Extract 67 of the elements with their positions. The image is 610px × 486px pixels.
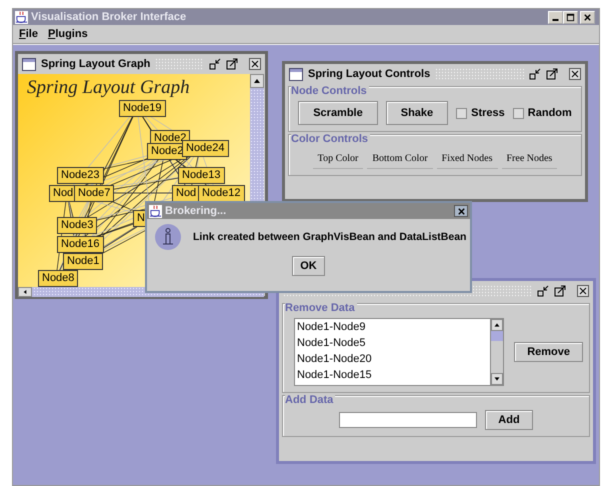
close-icon[interactable] (577, 285, 589, 297)
graph-node[interactable]: Node13 (178, 167, 225, 184)
info-icon (155, 224, 181, 250)
graph-node[interactable]: Node3 (57, 217, 98, 234)
maximize-icon[interactable] (554, 285, 566, 297)
color-button[interactable]: Top Color (312, 149, 364, 169)
maximize-icon (566, 12, 575, 22)
scroll-down-icon[interactable] (491, 373, 504, 385)
checkbox[interactable]: Stress (456, 107, 505, 119)
window-title: Visualisation Broker Interface (31, 11, 188, 23)
scroll-thumb[interactable] (491, 331, 504, 341)
graph-title: Spring Layout Graph (27, 77, 190, 99)
minimize-button[interactable] (548, 10, 563, 24)
scroll-left-icon[interactable] (18, 287, 32, 297)
graph-node[interactable]: Node24 (182, 140, 229, 157)
group-title: Remove Data (285, 302, 357, 314)
dialog-message: Link created between GraphVisBean and DataListBean (193, 231, 466, 243)
dialog-title: Brokering... (165, 205, 228, 217)
close-icon[interactable] (249, 58, 261, 70)
close-icon (456, 206, 466, 216)
graph-node[interactable]: Node23 (57, 167, 104, 184)
remove-button[interactable]: Remove (514, 342, 583, 362)
window-icon (289, 68, 303, 80)
window-title: Spring Layout Graph (41, 58, 150, 70)
action-button[interactable]: Scramble (298, 101, 378, 125)
minimize-icon[interactable] (529, 68, 541, 80)
input-field[interactable] (339, 412, 478, 428)
ok-button[interactable]: OK (292, 256, 325, 276)
graph-node[interactable]: Node1 (63, 253, 104, 270)
minimize-icon (552, 19, 559, 21)
close-button[interactable] (454, 205, 468, 217)
list-item[interactable]: Node1-Node20 (297, 351, 490, 367)
graph-node[interactable]: Node7 (74, 185, 114, 202)
cup-icon (149, 204, 162, 218)
maximize-icon[interactable] (546, 68, 558, 80)
group-title: Add Data (285, 394, 336, 406)
close-icon (583, 12, 592, 22)
cup-icon (15, 10, 28, 24)
add-button[interactable]: Add (485, 410, 533, 430)
close-icon[interactable] (569, 68, 581, 80)
graph-node[interactable]: Node16 (57, 236, 104, 253)
group-title: Color Controls (291, 133, 370, 145)
color-button[interactable]: Bottom Color (367, 149, 433, 169)
list-item[interactable]: Node1-Node9 (297, 319, 490, 335)
maximize-button[interactable] (563, 10, 578, 24)
title-bar-pattern (155, 58, 204, 70)
vertical-scrollbar[interactable] (490, 319, 504, 385)
list-item[interactable]: Node1-Node15 (297, 367, 490, 383)
window-title: Spring Layout Controls (308, 68, 430, 80)
color-button[interactable]: Fixed Nodes (436, 149, 498, 169)
color-button[interactable]: Free Nodes (502, 149, 558, 169)
menu-item[interactable]: Plugins (48, 28, 88, 40)
graph-node[interactable]: Node8 (38, 270, 78, 287)
group-title: Node Controls (291, 85, 369, 97)
maximize-icon[interactable] (226, 58, 238, 70)
action-button[interactable]: Shake (386, 101, 448, 125)
graph-node[interactable]: Node19 (119, 100, 166, 117)
menu-item[interactable]: File (19, 28, 38, 40)
minimize-icon[interactable] (209, 58, 221, 70)
checkbox[interactable]: Random (512, 107, 572, 119)
scroll-up-icon[interactable] (250, 74, 264, 88)
list-item[interactable]: Node1-Node5 (297, 335, 490, 351)
graph-node[interactable]: Node12 (198, 185, 245, 202)
minimize-icon[interactable] (537, 285, 549, 297)
scroll-up-icon[interactable] (491, 319, 504, 331)
window-icon (22, 58, 36, 70)
graph-node[interactable]: Node2 (147, 143, 188, 160)
